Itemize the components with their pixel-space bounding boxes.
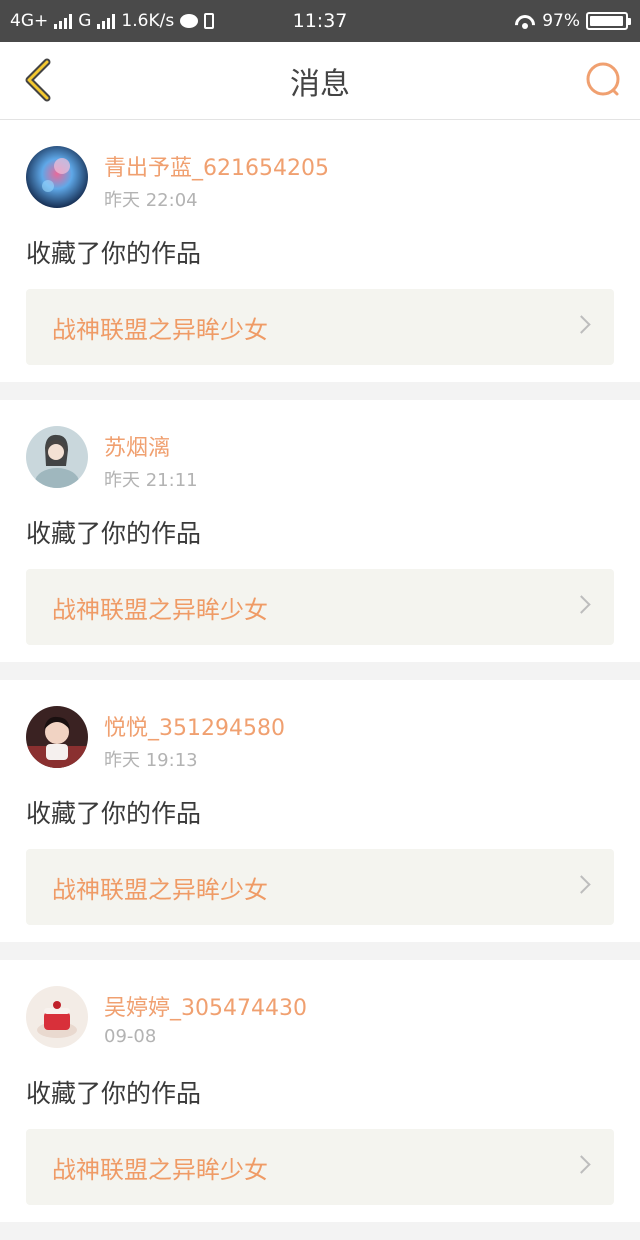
status-right: 97% (514, 0, 631, 42)
work-link-button[interactable]: 战神联盟之异眸少女 (26, 569, 614, 645)
message-card: 悦悦_351294580 昨天 19:13 收藏了你的作品 战神联盟之异眸少女 (0, 680, 640, 942)
status-bar: 4G+ G 1.6K/s 11:37 97% (0, 0, 640, 42)
message-card: 青出予蓝_621654205 昨天 22:04 收藏了你的作品 战神联盟之异眸少… (0, 120, 640, 382)
avatar-image (26, 146, 88, 208)
message-list: 青出予蓝_621654205 昨天 22:04 收藏了你的作品 战神联盟之异眸少… (0, 120, 640, 1240)
username-link[interactable]: 青出予蓝_621654205 (104, 150, 329, 182)
search-button[interactable] (582, 58, 626, 102)
message-time: 昨天 19:13 (104, 750, 198, 771)
message-time: 昨天 22:04 (104, 190, 198, 211)
message-card: 吴婷婷_305474430 09-08 收藏了你的作品 战神联盟之异眸少女 (0, 960, 640, 1222)
work-title: 战神联盟之异眸少女 (52, 875, 268, 904)
status-left: 4G+ G 1.6K/s (10, 0, 215, 42)
username-link[interactable]: 吴婷婷_305474430 (104, 990, 307, 1022)
work-link-button[interactable]: 战神联盟之异眸少女 (26, 849, 614, 925)
chevron-right-icon (572, 1155, 591, 1174)
avatar[interactable] (26, 146, 88, 208)
avatar[interactable] (26, 706, 88, 768)
header-bar: 消息 (0, 42, 640, 120)
battery-percent: 97% (542, 11, 580, 31)
message-action: 收藏了你的作品 (26, 239, 202, 268)
wifi-icon (514, 13, 536, 29)
username-link[interactable]: 悦悦_351294580 (104, 710, 285, 742)
work-title: 战神联盟之异眸少女 (52, 1155, 268, 1184)
signal-icon-2 (97, 13, 116, 29)
phone-icon (204, 13, 215, 29)
network-type-label: 4G+ (10, 11, 49, 31)
chevron-right-icon (572, 595, 591, 614)
avatar[interactable] (26, 426, 88, 488)
chevron-right-icon (572, 315, 591, 334)
work-title: 战神联盟之异眸少女 (52, 595, 268, 624)
network-speed: 1.6K/s (121, 11, 175, 31)
message-time: 09-08 (104, 1026, 157, 1047)
signal-icon (54, 13, 73, 29)
search-icon (586, 62, 620, 96)
username-link[interactable]: 苏烟漓 (104, 430, 170, 462)
avatar-image (26, 706, 88, 768)
avatar-image (26, 426, 88, 488)
message-action: 收藏了你的作品 (26, 1079, 202, 1108)
message-time: 昨天 21:11 (104, 470, 198, 491)
chat-bubble-icon (180, 14, 199, 28)
battery-fill (590, 16, 623, 26)
message-action: 收藏了你的作品 (26, 519, 202, 548)
battery-icon (586, 12, 631, 30)
message-card: 苏烟漓 昨天 21:11 收藏了你的作品 战神联盟之异眸少女 (0, 400, 640, 662)
chevron-right-icon (572, 875, 591, 894)
avatar[interactable] (26, 986, 88, 1048)
work-link-button[interactable]: 战神联盟之异眸少女 (26, 1129, 614, 1205)
avatar-image (26, 986, 88, 1048)
message-action: 收藏了你的作品 (26, 799, 202, 828)
network-type-label-2: G (78, 11, 92, 31)
work-link-button[interactable]: 战神联盟之异眸少女 (26, 289, 614, 365)
work-title: 战神联盟之异眸少女 (52, 315, 268, 344)
page-title: 消息 (290, 67, 350, 102)
